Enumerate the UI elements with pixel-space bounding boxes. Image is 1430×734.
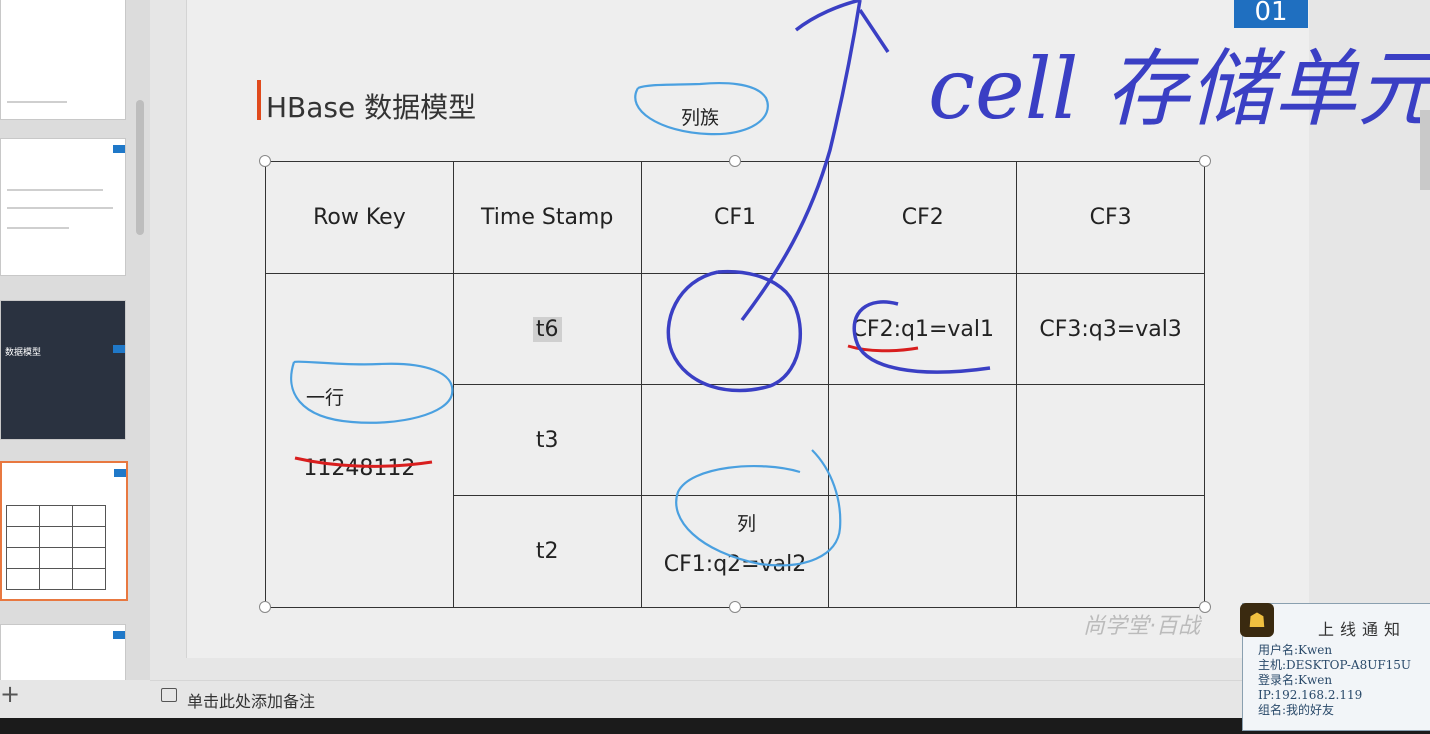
taskbar xyxy=(0,718,1430,734)
slide-thumbnail[interactable] xyxy=(0,624,126,680)
cf1-cell xyxy=(640,273,830,385)
header-time-stamp: Time Stamp xyxy=(452,161,642,274)
cf2-cell: CF2:q1=val1 xyxy=(828,273,1018,385)
timestamp-cell: t6 xyxy=(452,273,642,385)
row-key-cell: 11248112 xyxy=(265,273,454,608)
hbase-data-table[interactable]: Row Key Time Stamp CF1 CF2 CF3 11248112 … xyxy=(265,161,1205,608)
thumbnail-table xyxy=(6,505,106,590)
resize-handle[interactable] xyxy=(729,601,741,613)
timestamp-value: t6 xyxy=(532,316,562,342)
cf2-cell xyxy=(828,495,1018,608)
slide-number-badge xyxy=(113,145,125,153)
avatar-icon: ☗ xyxy=(1240,603,1274,637)
header-row-key: Row Key xyxy=(265,161,454,274)
resize-handle[interactable] xyxy=(1199,155,1211,167)
slide-thumbnail[interactable] xyxy=(0,0,126,120)
notification-line: 主机:DESKTOP-A8UF15U xyxy=(1258,658,1412,672)
resize-handle[interactable] xyxy=(729,155,741,167)
cf1-cell xyxy=(640,384,830,496)
notification-line: 用户名:Kwen xyxy=(1258,643,1333,657)
row-key-value: 11248112 xyxy=(303,456,416,481)
resize-handle[interactable] xyxy=(259,155,271,167)
title-accent-bar xyxy=(257,80,261,120)
notification-title: 上线通知 xyxy=(1318,620,1407,639)
resize-handle[interactable] xyxy=(1199,601,1211,613)
notification-line: IP:192.168.2.119 xyxy=(1258,688,1363,702)
cf1-cell: CF1:q2=val2 xyxy=(640,495,830,608)
notification-line: 组名:我的好友 xyxy=(1258,703,1335,717)
thumbnail-title: 数据模型 xyxy=(5,348,42,358)
watermark: 尚学堂·百战 xyxy=(1083,614,1200,639)
add-slide-button[interactable]: + xyxy=(0,682,20,706)
canvas-scrollbar[interactable] xyxy=(1420,110,1430,190)
slide-thumbnail-panel: 数据模型 xyxy=(0,0,150,680)
header-cf1: CF1 xyxy=(640,161,830,274)
notes-bar[interactable] xyxy=(150,680,1310,719)
page-number-badge: 01 xyxy=(1234,0,1308,28)
cf3-cell xyxy=(1016,495,1205,608)
slide-thumbnail-current[interactable] xyxy=(0,461,128,601)
slide-title[interactable]: HBase 数据模型 xyxy=(266,86,476,126)
notes-placeholder[interactable]: 单击此处添加备注 xyxy=(187,688,315,712)
timestamp-cell: t3 xyxy=(452,384,642,496)
timestamp-cell: t2 xyxy=(452,495,642,608)
cf3-cell: CF3:q3=val3 xyxy=(1016,273,1205,385)
notes-icon xyxy=(161,688,177,702)
header-cf2: CF2 xyxy=(828,161,1018,274)
slide-thumbnail[interactable] xyxy=(0,138,126,276)
resize-handle[interactable] xyxy=(259,601,271,613)
cf2-cell xyxy=(828,384,1018,496)
header-cf3: CF3 xyxy=(1016,161,1205,274)
cf3-cell xyxy=(1016,384,1205,496)
slide-thumbnail[interactable]: 数据模型 xyxy=(0,300,126,440)
notification-line: 登录名:Kwen xyxy=(1258,673,1333,687)
cf1-value: CF1:q2=val2 xyxy=(663,552,807,577)
thumbnail-scrollbar[interactable] xyxy=(136,100,144,235)
